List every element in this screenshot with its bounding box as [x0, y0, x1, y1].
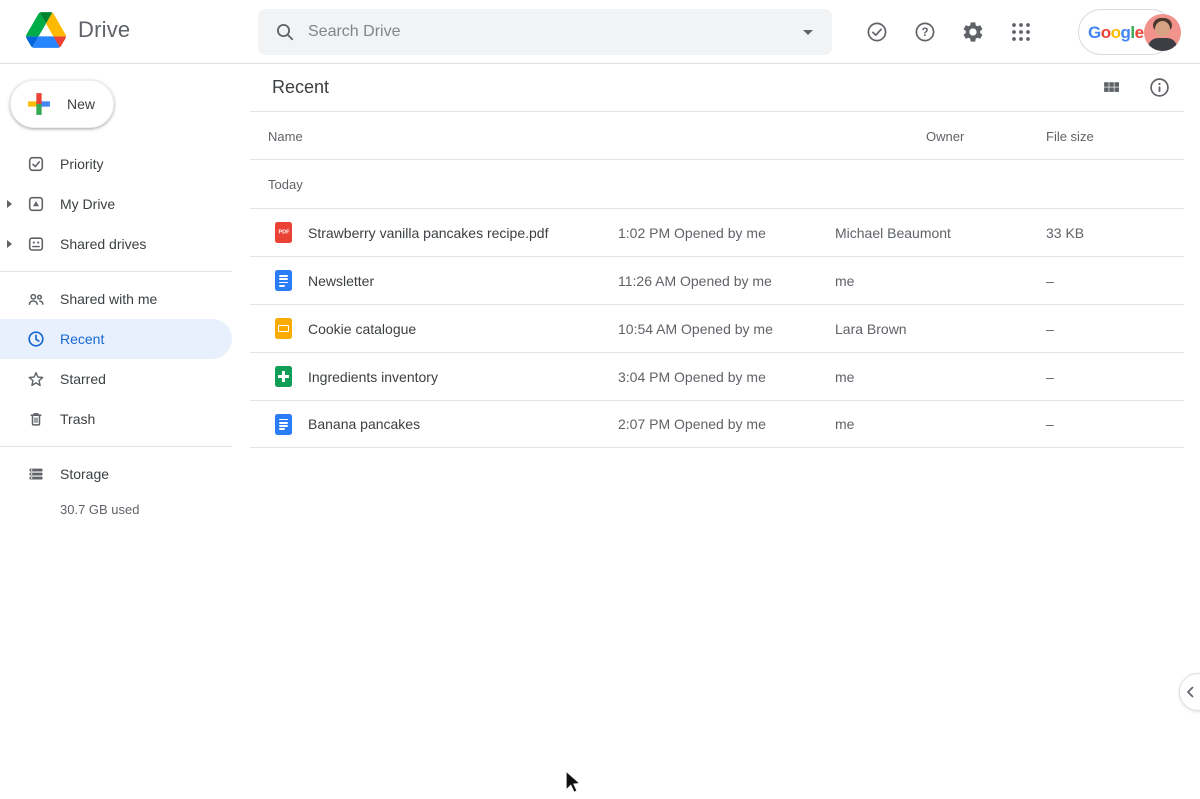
drive-logo-area[interactable]: Drive	[26, 12, 130, 48]
trash-icon	[27, 410, 45, 428]
section-header-today: Today	[250, 160, 1184, 208]
file-size: –	[1046, 321, 1184, 337]
file-size: –	[1046, 416, 1184, 432]
file-name: Ingredients inventory	[308, 369, 438, 385]
column-header-name[interactable]: Name	[268, 112, 303, 160]
account-avatar[interactable]	[1144, 14, 1181, 51]
file-owner: me	[835, 273, 1046, 289]
content-toolbar: Recent	[250, 64, 1184, 112]
priority-icon	[27, 155, 45, 173]
file-activity: 1:02 PM Opened by me	[618, 225, 835, 241]
file-activity: 2:07 PM Opened by me	[618, 416, 835, 432]
file-list: PDF Strawberry vanilla pancakes recipe.p…	[240, 208, 1200, 448]
avatar-body	[1148, 38, 1177, 51]
sidebar: New Priority	[0, 64, 240, 799]
expand-arrow-icon[interactable]	[7, 200, 12, 208]
sidebar-item-recent[interactable]: Recent	[0, 319, 232, 359]
file-size: –	[1046, 369, 1184, 385]
sidebar-nav: Priority My Drive	[0, 144, 240, 517]
sidebar-item-shared-with-me[interactable]: Shared with me	[0, 279, 232, 319]
sidebar-item-priority[interactable]: Priority	[0, 144, 232, 184]
sidebar-item-trash[interactable]: Trash	[0, 399, 232, 439]
settings-gear-icon[interactable]	[961, 20, 985, 44]
top-app-bar: Drive ?	[0, 0, 1200, 64]
sidebar-item-my-drive[interactable]: My Drive	[0, 184, 232, 224]
storage-icon	[27, 465, 45, 483]
star-icon	[27, 370, 45, 388]
file-size: 33 KB	[1046, 225, 1184, 241]
grid-view-icon[interactable]	[1100, 77, 1122, 99]
offline-status-check-icon[interactable]	[865, 20, 889, 44]
google-drive-app: Drive ?	[0, 0, 1200, 799]
file-row[interactable]: Newsletter 11:26 AM Opened by me me –	[250, 256, 1184, 304]
file-row[interactable]: Cookie catalogue 10:54 AM Opened by me L…	[250, 304, 1184, 352]
google-account-badge[interactable]: Google	[1078, 9, 1174, 55]
sidebar-item-storage[interactable]: Storage	[0, 454, 232, 494]
svg-text:?: ?	[921, 27, 928, 39]
search-input[interactable]	[308, 23, 803, 41]
shared-with-me-icon	[27, 290, 45, 308]
plus-icon	[25, 90, 53, 118]
sidebar-divider	[0, 446, 232, 447]
recent-clock-icon	[27, 330, 45, 348]
file-name: Banana pancakes	[308, 416, 420, 432]
sheet-file-icon	[275, 366, 292, 387]
file-activity: 10:54 AM Opened by me	[618, 321, 835, 337]
google-logo: Google	[1088, 24, 1144, 41]
google-apps-grid-icon[interactable]	[1009, 20, 1033, 44]
list-column-headers: Name Owner File size	[250, 112, 1184, 160]
file-owner: Lara Brown	[835, 321, 1046, 337]
file-owner: Michael Beaumont	[835, 225, 1046, 241]
page-title[interactable]: Recent	[272, 77, 329, 98]
drive-logo-icon	[26, 12, 66, 48]
file-name: Newsletter	[308, 273, 374, 289]
shared-drives-icon	[27, 235, 45, 253]
new-button[interactable]: New	[10, 80, 114, 128]
doc-file-icon	[275, 270, 292, 291]
help-icon[interactable]: ?	[913, 20, 937, 44]
info-icon[interactable]	[1148, 77, 1170, 99]
file-row[interactable]: Ingredients inventory 3:04 PM Opened by …	[250, 352, 1184, 400]
topbar-actions: ?	[865, 20, 1033, 44]
file-row[interactable]: Banana pancakes 2:07 PM Opened by me me …	[250, 400, 1184, 448]
file-name: Cookie catalogue	[308, 321, 416, 337]
expand-arrow-icon[interactable]	[7, 240, 12, 248]
column-header-file-size[interactable]: File size	[1046, 112, 1094, 160]
file-owner: me	[835, 369, 1046, 385]
search-bar[interactable]	[258, 9, 832, 55]
file-activity: 11:26 AM Opened by me	[618, 273, 835, 289]
sidebar-divider	[0, 271, 232, 272]
new-button-label: New	[67, 96, 95, 112]
column-header-owner[interactable]: Owner	[926, 112, 964, 160]
pdf-file-icon: PDF	[275, 222, 292, 243]
file-name: Strawberry vanilla pancakes recipe.pdf	[308, 225, 548, 241]
my-drive-icon	[27, 195, 45, 213]
search-options-caret-icon[interactable]	[803, 30, 813, 35]
avatar-face	[1155, 21, 1170, 37]
app-title: Drive	[78, 17, 130, 43]
search-icon[interactable]	[275, 22, 295, 42]
storage-used-label: 30.7 GB used	[60, 502, 240, 517]
file-activity: 3:04 PM Opened by me	[618, 369, 835, 385]
sidebar-item-shared-drives[interactable]: Shared drives	[0, 224, 232, 264]
main-content: Recent Name Owner	[240, 64, 1200, 799]
file-size: –	[1046, 273, 1184, 289]
slide-file-icon	[275, 318, 292, 339]
sidebar-item-starred[interactable]: Starred	[0, 359, 232, 399]
doc-file-icon	[275, 414, 292, 435]
file-row[interactable]: PDF Strawberry vanilla pancakes recipe.p…	[250, 208, 1184, 256]
file-owner: me	[835, 416, 1046, 432]
